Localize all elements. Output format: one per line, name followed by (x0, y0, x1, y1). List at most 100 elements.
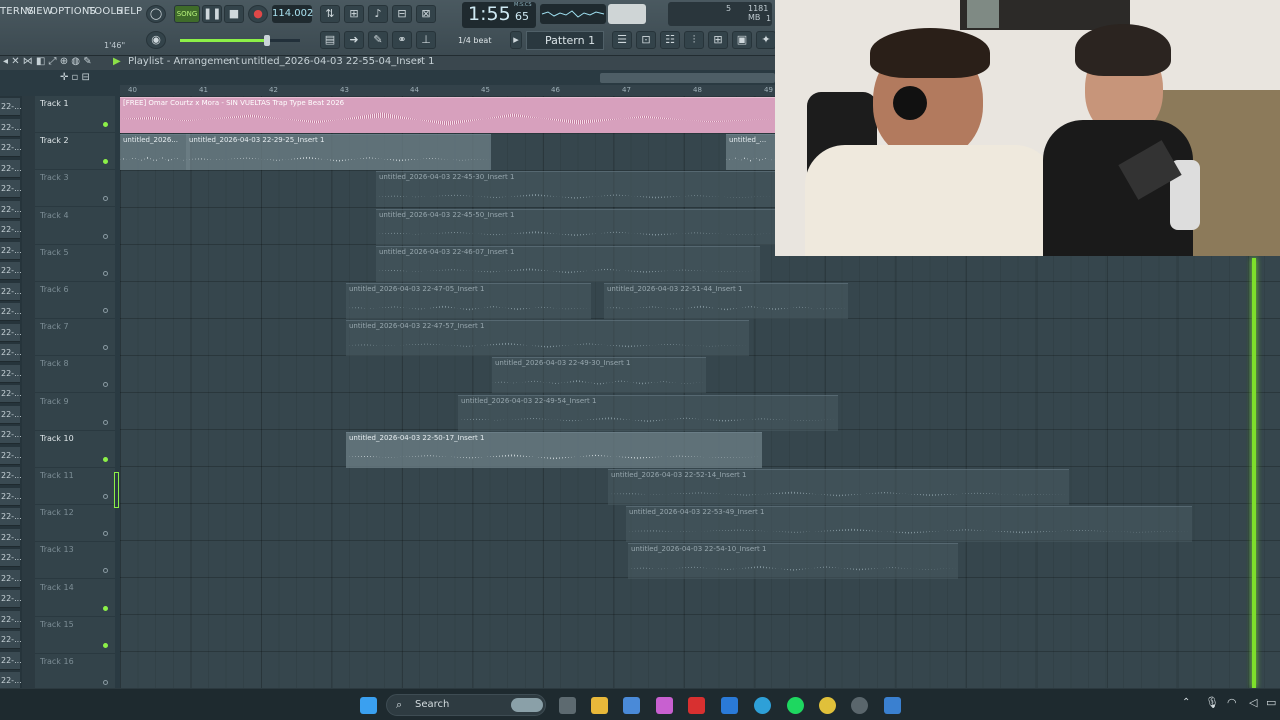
multilink-icon[interactable]: ⊠ (416, 5, 436, 23)
audio-clip[interactable]: untitled_2026-04-03 22-45-30_Insert 1 (376, 171, 775, 208)
track-header[interactable]: Track 6 (35, 282, 115, 319)
song-mode-button[interactable]: SONG (174, 5, 200, 23)
channel-item[interactable]: 22-... (0, 221, 22, 239)
playhead[interactable] (1252, 258, 1256, 688)
audio-clip[interactable]: untitled_2026-04-03 22-47-05_Insert 1 (346, 283, 591, 319)
audio-clip[interactable]: untitled_2026-04-03 22-49-30_Insert 1 (492, 357, 706, 394)
channel-item[interactable]: 22-... (0, 651, 22, 670)
playlist-icon[interactable]: ☰ (612, 31, 632, 49)
channel-item[interactable]: 22-... (0, 344, 22, 362)
channel-item[interactable]: 22-... (0, 241, 22, 260)
track-header[interactable]: Track 5 (35, 245, 115, 282)
channel-item[interactable]: 22-... (0, 446, 22, 465)
audio-clip[interactable]: untitled_2026-04-03 22-54-10_Insert 1 (628, 543, 958, 580)
track-mute-led-icon[interactable] (103, 494, 108, 499)
track-mute-led-icon[interactable] (103, 345, 108, 351)
track-header[interactable]: Track 2 (35, 133, 115, 171)
master-volume-slider[interactable] (180, 35, 300, 46)
pencil-icon[interactable]: ✎ (368, 31, 388, 49)
store-icon[interactable] (623, 697, 640, 714)
app-l-icon[interactable] (688, 697, 705, 714)
menu-help[interactable]: HELP (116, 6, 142, 17)
channel-item[interactable]: 22-... (0, 323, 22, 342)
track-mute-led-icon[interactable] (103, 159, 108, 165)
pattern-play-icon[interactable]: ▸ (510, 31, 522, 49)
audio-clip[interactable]: untitled_2026-04-03 22-51-44_Insert 1 (604, 283, 848, 319)
track-mute-led-icon[interactable] (103, 456, 108, 462)
playlist-tool-icons[interactable]: ◂ ✕ ⋈ ◧ ⤢ ⊕ ◍ ✎ (3, 56, 92, 67)
track-mute-led-icon[interactable] (103, 642, 108, 648)
audio-clip[interactable]: untitled_... (726, 134, 775, 171)
channel-rack-icon[interactable]: ⊡ (636, 31, 656, 49)
channel-item[interactable]: 22-... (0, 385, 22, 403)
channel-item[interactable]: 22-... (0, 364, 22, 383)
arrow-right-icon[interactable]: ➜ (344, 31, 364, 49)
channel-item[interactable]: 22-... (0, 610, 22, 629)
browser-icon[interactable]: ⊞ (708, 31, 728, 49)
fl-studio-icon[interactable] (851, 697, 868, 714)
channel-item[interactable]: 22-... (0, 282, 22, 301)
track-header[interactable]: Track 9 (35, 394, 115, 431)
audio-clip[interactable]: untitled_2026-04-03 22-29-25_Insert 1 (186, 134, 491, 171)
plugin-picker-icon[interactable]: ✦ (756, 31, 776, 49)
mixer-icon[interactable]: ☷ (660, 31, 680, 49)
master-volume-handle[interactable] (264, 35, 270, 46)
channel-item[interactable]: 22-... (0, 262, 22, 280)
track-mute-led-icon[interactable] (103, 233, 108, 239)
wifi-icon[interactable]: ◠ (1227, 696, 1237, 709)
track-header[interactable]: Track 14 (35, 580, 115, 617)
track-header[interactable]: Track 7 (35, 319, 115, 357)
blend-notes-icon[interactable]: ♪ (368, 5, 388, 23)
audio-clip[interactable]: [FREE] Omar Courtz x Mora - SIN VUELTAS … (120, 97, 775, 133)
track-header[interactable]: Track 12 (35, 505, 115, 543)
track-header[interactable]: Track 11 (35, 468, 115, 505)
channel-item[interactable]: 22-... (0, 180, 22, 198)
task-view-icon[interactable] (559, 697, 576, 714)
tempo-display[interactable]: 114.002 (272, 5, 313, 23)
windows-start-icon[interactable] (360, 697, 377, 714)
channel-item[interactable]: 22-... (0, 139, 22, 157)
channel-item[interactable]: 22-... (0, 118, 22, 137)
menu-view[interactable]: VIEW (26, 6, 53, 17)
playlist-horizontal-scrollbar[interactable] (600, 73, 775, 83)
track-header[interactable]: Track 4 (35, 208, 115, 245)
track-mute-led-icon[interactable] (103, 270, 108, 276)
audio-clip[interactable]: untitled_2026-04-03 22-46-07_Insert 1 (376, 245, 760, 282)
channel-item[interactable]: 22-... (0, 487, 22, 506)
audio-clip[interactable]: untitled_2026-04-03 22-47-57_Insert 1 (346, 320, 749, 357)
audio-clip[interactable]: untitled_2026-04-03 22-50-17_Insert 1 (346, 431, 762, 468)
audio-clip[interactable]: untitled_2026-04-03 22-52-14_Insert 1 (608, 469, 1069, 505)
channel-item[interactable]: 22-... (0, 590, 22, 608)
typing-keyboard-icon[interactable]: ⇅ (320, 5, 340, 23)
playlist-play-icon[interactable]: ▶ (113, 56, 121, 67)
channel-item[interactable]: 22-... (0, 405, 22, 424)
playlist-zoom-controls[interactable]: ✛ ▫ ⊟ (60, 72, 120, 86)
mixer-faders-icon[interactable]: ⫶ (684, 31, 704, 49)
link-icon[interactable]: ⚭ (392, 31, 412, 49)
track-mute-led-icon[interactable] (103, 568, 108, 574)
pattern-selector[interactable]: Pattern 1 (526, 31, 604, 50)
spotify-icon[interactable] (787, 697, 804, 714)
file-explorer-icon[interactable] (591, 697, 608, 714)
track-header[interactable]: Track 1 (35, 96, 115, 133)
track-mute-led-icon[interactable] (103, 196, 108, 202)
metronome-knob-icon[interactable]: ◯ (146, 5, 166, 23)
channel-item[interactable]: 22-... (0, 631, 22, 649)
copilot-icon[interactable] (656, 697, 673, 714)
track-mute-led-icon[interactable] (103, 419, 108, 425)
app-window-icon[interactable] (884, 697, 901, 714)
track-mute-led-icon[interactable] (103, 308, 108, 313)
channel-item[interactable]: 22-... (0, 508, 22, 526)
audio-clip[interactable]: untitled_2026-04-03 22-53-49_Insert 1 (626, 506, 1192, 543)
track-mute-led-icon[interactable] (103, 531, 108, 537)
track-header[interactable]: Track 13 (35, 542, 115, 580)
channel-item[interactable]: 22-... (0, 569, 22, 588)
snap-selector[interactable]: 1/4 beat (458, 36, 491, 45)
channel-item[interactable]: 22-... (0, 549, 22, 567)
track-mute-led-icon[interactable] (103, 680, 108, 685)
master-pitch-knob-icon[interactable]: ◉ (146, 31, 166, 49)
track-mute-led-icon[interactable] (103, 122, 108, 127)
track-header[interactable]: Track 16 (35, 654, 115, 691)
edge-icon[interactable] (754, 697, 771, 714)
track-header[interactable]: Track 3 (35, 170, 115, 208)
